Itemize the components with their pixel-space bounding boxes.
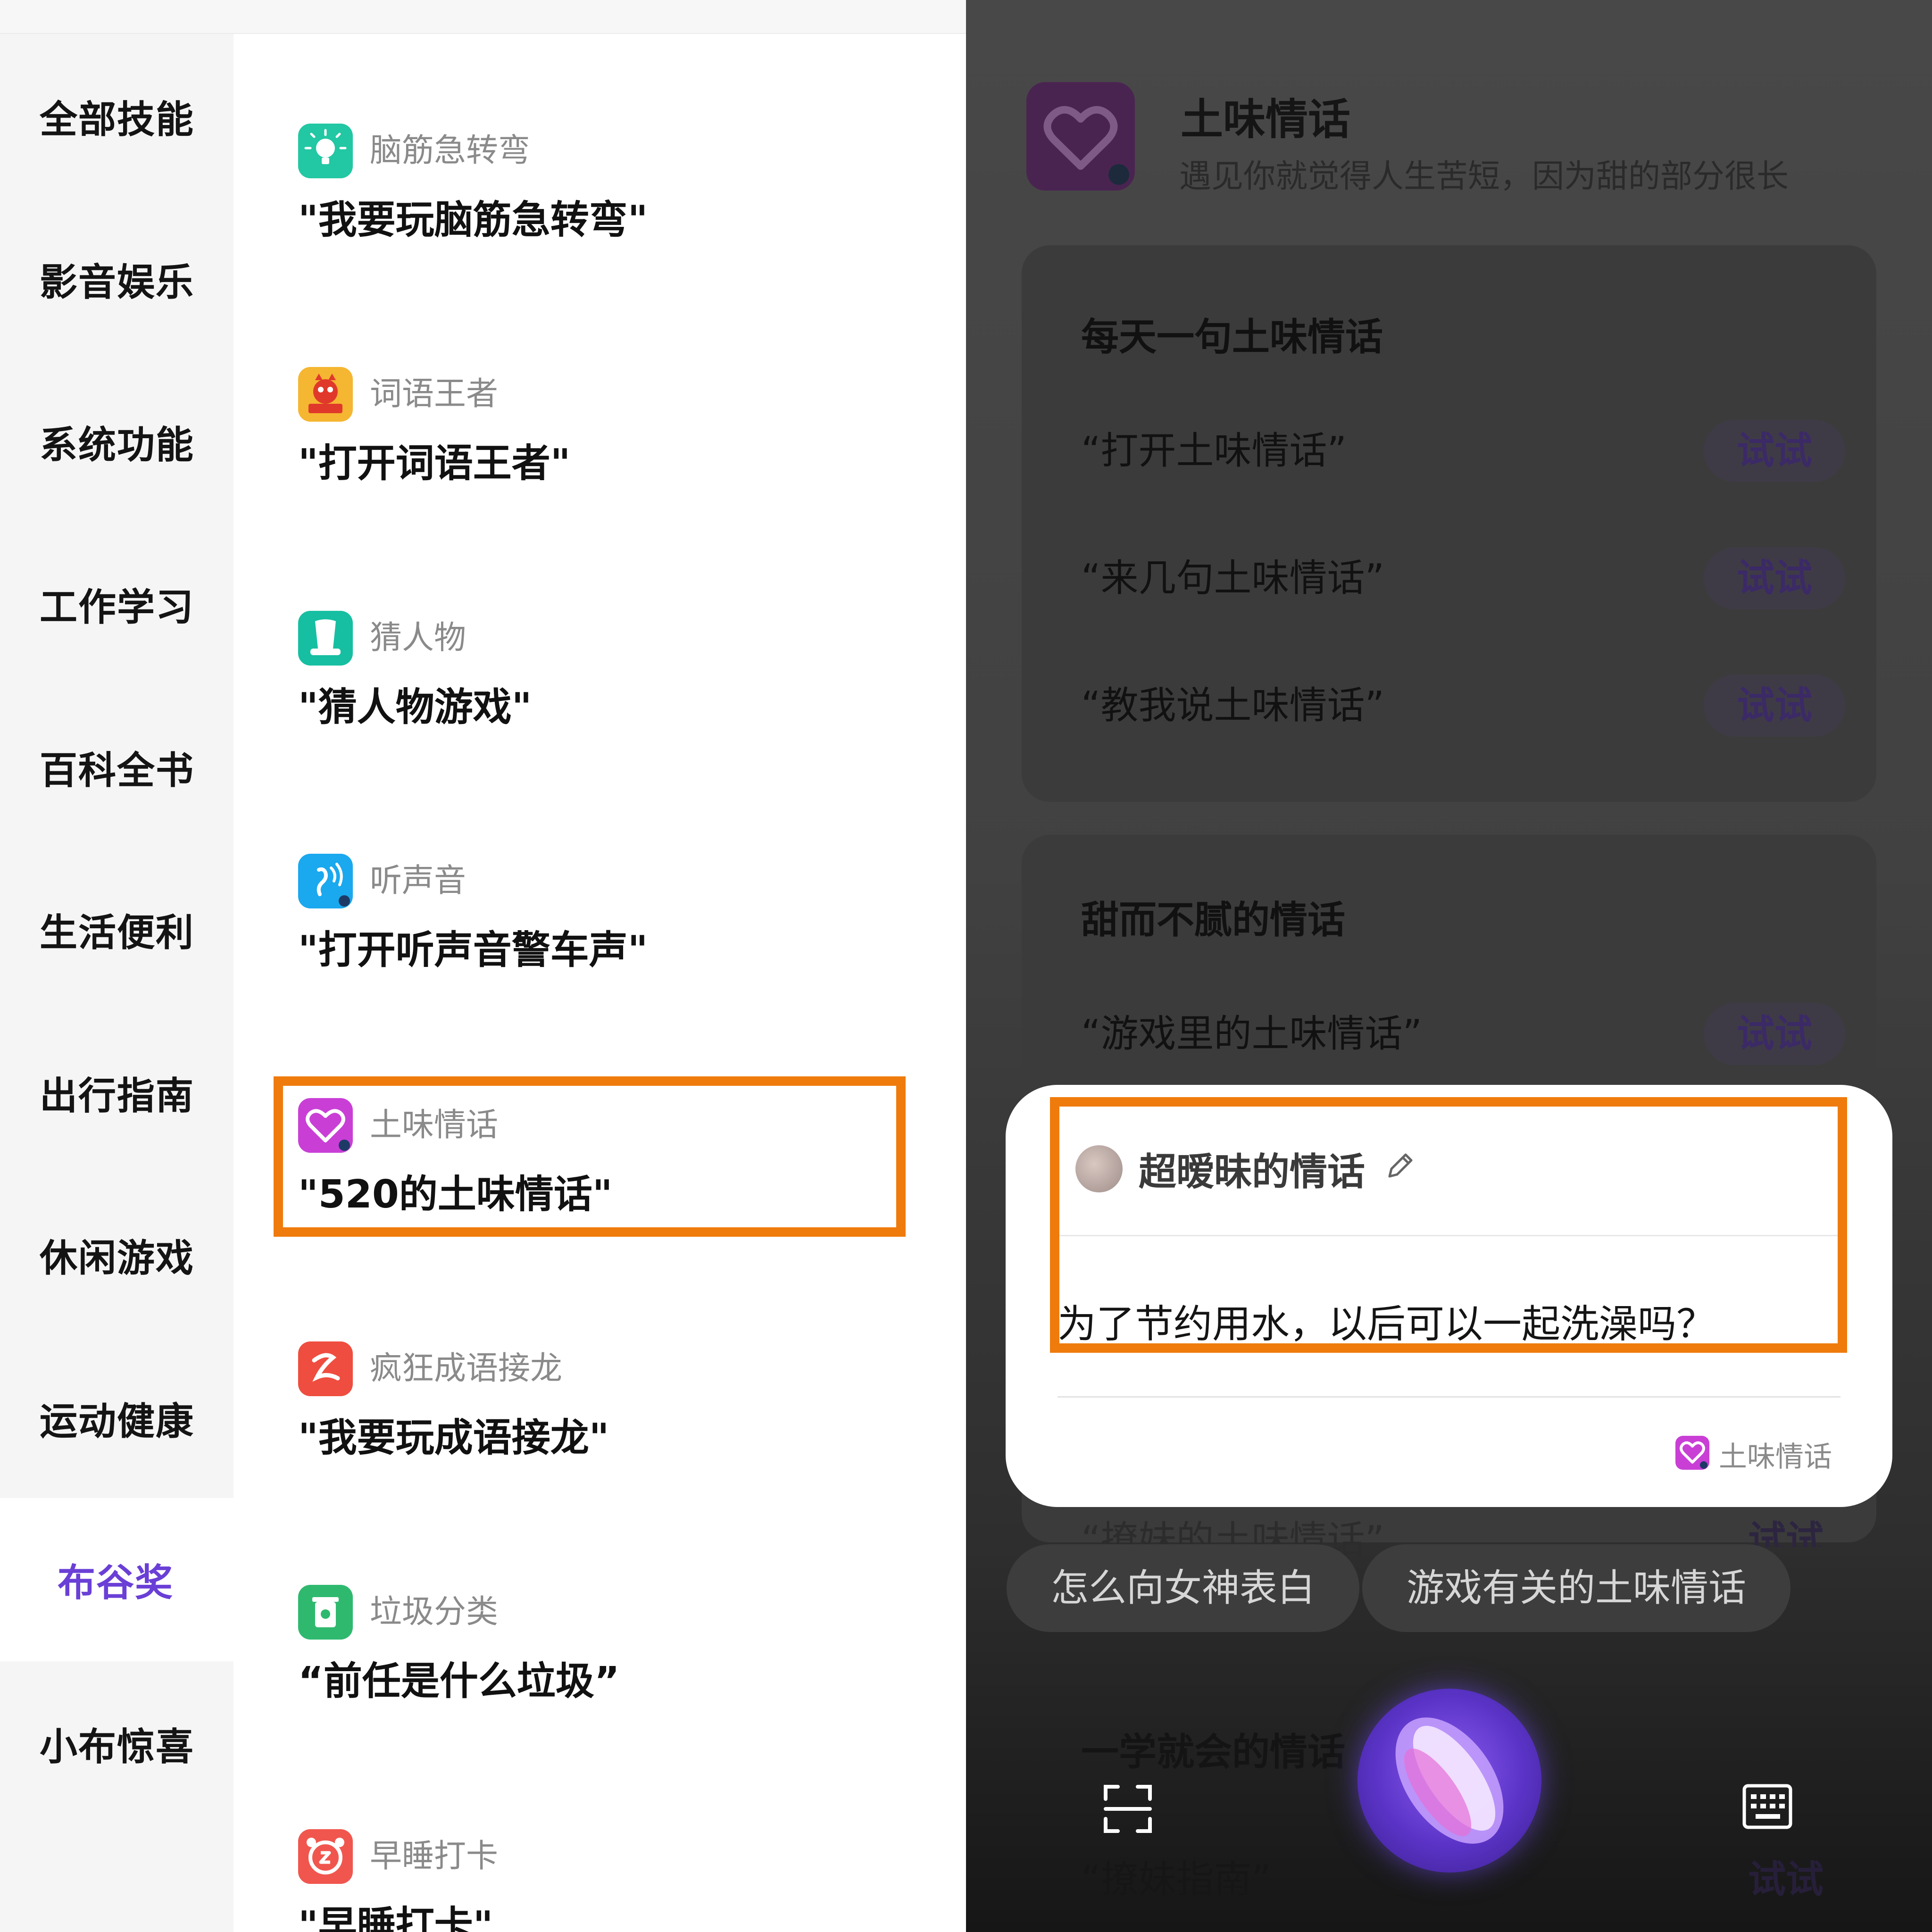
example-row: “游戏里的土味情话” 试试 [1081,996,1845,1072]
skill-detail-panel: 土味情话 遇见你就觉得人生苦短，因为甜的部分很长 每天一句土味情话 “打开土味情… [966,0,1932,1932]
skill-item[interactable]: 早睡打卡 "早睡打卡" [298,1829,911,1932]
divider [1058,1396,1840,1398]
category-encyclopedia[interactable]: 百科全书 [0,718,233,817]
category-system[interactable]: 系统功能 [0,392,233,491]
trash-can-icon [298,1585,353,1640]
dragon-icon [298,1341,353,1396]
skill-name: 垃圾分类 [370,1593,499,1631]
try-button[interactable]: 试试 [1704,420,1845,482]
voice-assistant-orb-button[interactable] [1357,1689,1541,1873]
ear-sound-icon [298,854,353,908]
section-title: 一学就会的情话 [1081,1730,1345,1774]
skill-name: 猜人物 [370,619,466,657]
highlight-box [274,1076,906,1237]
category-life[interactable]: 生活便利 [0,880,233,979]
keyboard-icon[interactable] [1741,1783,1793,1830]
scan-icon[interactable] [1102,1783,1154,1835]
category-surprise[interactable]: 小布惊喜 [0,1694,233,1793]
skill-item[interactable]: 脑筋急转弯 "我要玩脑筋急转弯" [298,124,911,265]
skill-item[interactable]: 听声音 "打开听声音警车声" [298,854,911,995]
suggestion-chip[interactable]: 游戏有关的土味情话 [1362,1544,1790,1632]
skill-name: 疯狂成语接龙 [370,1350,563,1387]
alarm-clock-icon [298,1829,353,1884]
try-button[interactable]: 试试 [1704,547,1845,609]
section-title: 甜而不腻的情话 [1081,898,1345,942]
category-media[interactable]: 影音娱乐 [0,230,233,329]
example-text: “教我说土味情话” [1081,683,1384,727]
try-button[interactable]: 试试 [1704,675,1845,737]
word-king-icon [298,367,353,422]
skill-item[interactable]: 词语王者 "打开词语王者" [298,367,911,508]
category-travel[interactable]: 出行指南 [0,1043,233,1142]
top-bar [0,0,966,34]
skills-browser-panel: 全部技能 影音娱乐 系统功能 工作学习 百科全书 生活便利 出行指南 休闲游戏 … [0,0,966,1932]
skill-phrase[interactable]: "我要玩成语接龙" [298,1412,609,1464]
category-sports-health[interactable]: 运动健康 [0,1369,233,1468]
try-button-partial[interactable]: 试试 [1715,1509,1857,1547]
source-label[interactable]: 土味情话 [1719,1434,1832,1475]
category-all-skills[interactable]: 全部技能 [0,67,233,166]
category-bugu-award[interactable]: 布谷奖 [0,1498,233,1661]
category-work-study[interactable]: 工作学习 [0,555,233,654]
top-hat-icon [298,611,353,666]
section-title: 每天一句土味情话 [1081,315,1383,359]
example-row: “教我说土味情话” 试试 [1081,668,1845,743]
skill-phrase[interactable]: "早睡打卡" [298,1900,493,1932]
skill-phrase[interactable]: "打开词语王者" [298,438,570,490]
lightbulb-icon [298,124,353,178]
heart-icon [1026,82,1135,191]
example-text: “打开土味情话” [1081,429,1347,473]
category-casual-games[interactable]: 休闲游戏 [0,1206,233,1305]
try-button[interactable]: 试试 [1715,1849,1857,1904]
skill-name: 词语王者 [370,375,499,413]
skill-item[interactable]: 垃圾分类 “前任是什么垃圾” [298,1585,911,1726]
skill-name: 早睡打卡 [370,1838,499,1875]
try-button[interactable]: 试试 [1704,1003,1845,1065]
skill-name: 脑筋急转弯 [370,132,531,169]
example-text: “撩妹指南” [1081,1857,1271,1901]
heart-icon [1675,1436,1709,1470]
skill-phrase[interactable]: "打开听声音警车声" [298,924,648,976]
skill-name: 听声音 [370,862,466,899]
example-row: “打开土味情话” 试试 [1081,413,1845,489]
highlight-box [1050,1097,1847,1353]
skill-item[interactable]: 猜人物 "猜人物游戏" [298,611,911,752]
skill-item[interactable]: 疯狂成语接龙 "我要玩成语接龙" [298,1341,911,1483]
skill-phrase[interactable]: "我要玩脑筋急转弯" [298,194,648,246]
example-text: “游戏里的土味情话” [1081,1012,1422,1056]
app-title: 土味情话 [1181,95,1350,144]
example-row: “来几句土味情话” 试试 [1081,541,1845,616]
app-description: 遇见你就觉得人生苦短，因为甜的部分很长 [1179,158,1789,195]
skill-phrase[interactable]: “前任是什么垃圾” [298,1656,620,1707]
suggestion-chip[interactable]: 怎么向女神表白 [1007,1544,1359,1632]
example-text: “来几句土味情话” [1081,556,1384,600]
skill-phrase[interactable]: "猜人物游戏" [298,682,532,733]
